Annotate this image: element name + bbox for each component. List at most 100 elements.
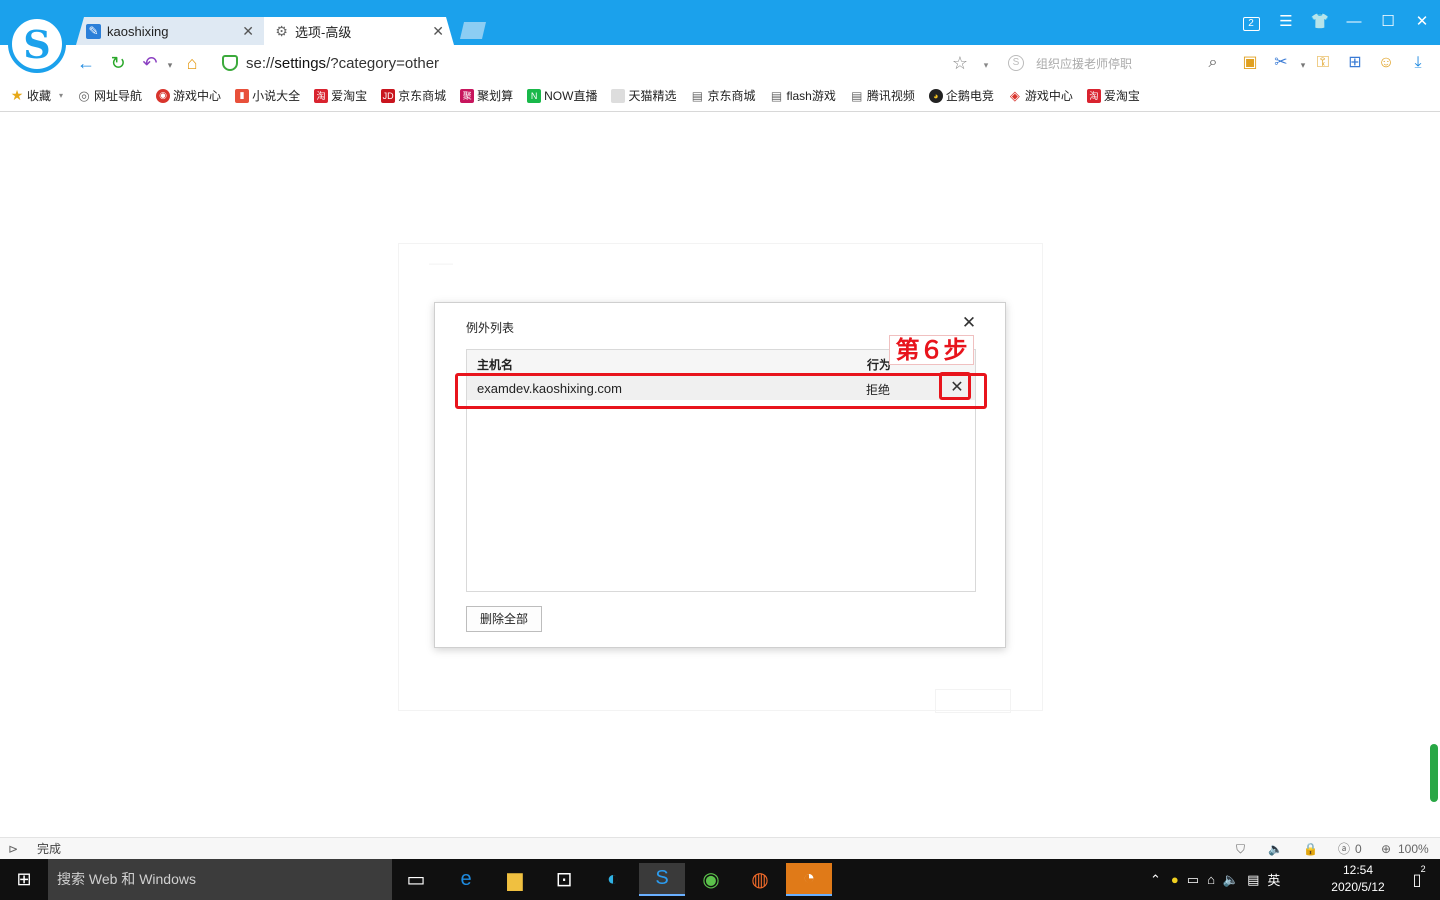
window-count-icon[interactable]: 2 — [1241, 12, 1261, 32]
download-icon[interactable]: ⤓ — [1408, 53, 1428, 73]
bookmark-item[interactable]: ◕ 企鹅电竞 — [928, 87, 994, 104]
security-shield-icon[interactable]: ⛉ — [1236, 841, 1245, 857]
url-host: settings — [274, 54, 327, 72]
bookmark-label: 网址导航 — [94, 89, 143, 103]
close-dialog-icon[interactable]: ✕ — [961, 314, 977, 331]
bookmark-label: 腾讯视频 — [866, 89, 915, 103]
qq-browser-icon[interactable]: ◔ — [786, 863, 832, 896]
new-tab-button[interactable] — [460, 22, 486, 39]
game-icon: ◉ — [156, 88, 171, 103]
taskbar-clock[interactable]: 12:54 2020/5/12 — [1322, 862, 1394, 896]
sidebar-toggle-icon[interactable]: ⊳ — [8, 841, 18, 857]
sogou-browser-logo[interactable]: S — [8, 15, 66, 73]
zoom-icon[interactable]: ⊕ — [1381, 841, 1391, 857]
background-panel-text: —— — [429, 256, 453, 270]
bookmark-label: 京东商城 — [707, 89, 756, 103]
tab-label: 选项-高级 — [295, 24, 352, 40]
chevron-down-icon[interactable]: ▾ — [160, 55, 180, 75]
battery-icon[interactable]: ▭ — [1187, 872, 1199, 888]
bookmark-item[interactable]: ◉ 游戏中心 — [156, 87, 221, 104]
lock-icon[interactable]: 🔒 — [1303, 841, 1318, 857]
tab-kaoshixing[interactable]: ✎ kaoshixing ✕ — [76, 17, 264, 45]
message-icon[interactable]: ▤ — [1247, 872, 1259, 888]
edge-chromium-icon[interactable]: ◐ — [590, 863, 636, 896]
tab-settings-advanced[interactable]: ⚙ 选项-高级 ✕ — [264, 17, 454, 45]
bookmark-item[interactable]: 天猫精选 — [611, 87, 676, 104]
scroll-indicator[interactable] — [1430, 744, 1438, 802]
network-icon[interactable]: ⌂ — [1207, 872, 1215, 887]
adblock-icon[interactable]: ⓐ — [1338, 841, 1350, 857]
file-explorer-icon[interactable]: ▆ — [492, 863, 538, 896]
bookmark-label: 聚划算 — [477, 89, 514, 103]
bookmark-item[interactable]: ▤ 京东商城 — [690, 87, 756, 104]
undo-close-icon[interactable]: ↶ — [140, 53, 160, 73]
edge-legacy-icon[interactable]: e — [443, 863, 489, 896]
search-placeholder: 组织应援老师停职 — [1036, 56, 1133, 71]
bookmark-favorites[interactable]: ★ 收藏 ▾ — [10, 87, 63, 104]
chevron-down-icon[interactable]: ▾ — [1293, 55, 1313, 75]
bookmark-item[interactable]: 聚聚划算 — [460, 87, 513, 104]
bookmark-item[interactable]: N NOW直播 — [527, 87, 597, 104]
app-tray-icon[interactable]: ● — [1171, 872, 1179, 887]
bookmark-label: 收藏 — [27, 89, 52, 103]
chevron-down-icon[interactable]: ▾ — [976, 55, 996, 75]
taskbar-search-box[interactable]: 搜索 Web 和 Windows — [48, 859, 392, 900]
juhuasuan-icon: 聚 — [460, 88, 475, 103]
back-arrow-icon[interactable]: ← — [76, 53, 96, 73]
penguin-icon: ◕ — [928, 88, 943, 103]
ime-indicator[interactable]: 英 — [1267, 870, 1280, 889]
scissors-icon[interactable]: ✂ — [1271, 53, 1291, 73]
gear-icon: ⚙ — [275, 22, 288, 39]
volume-icon[interactable]: 🔈 — [1223, 872, 1239, 888]
delete-all-button[interactable]: 删除全部 — [466, 606, 542, 632]
close-tab-icon[interactable]: ✕ — [242, 23, 254, 40]
bookmark-item[interactable]: ◈ 游戏中心 — [1008, 87, 1073, 104]
extension-icon[interactable]: ▣ — [1240, 53, 1260, 73]
bookmark-item[interactable]: JD 京东商城 — [381, 87, 446, 104]
adblock-count: 0 — [1355, 842, 1362, 856]
clock-date: 2020/5/12 — [1331, 880, 1385, 894]
bookmark-label: flash游戏 — [786, 89, 836, 103]
minimize-icon[interactable]: — — [1344, 12, 1364, 32]
sogou-browser-taskbar-icon[interactable]: S — [639, 863, 685, 896]
task-view-icon[interactable]: ▭ — [393, 863, 439, 896]
windows-start-icon[interactable]: ⊞ — [0, 859, 48, 900]
notification-center-icon[interactable]: ▯ 2 — [1402, 863, 1432, 896]
search-box[interactable]: S 组织应援老师停职 — [1008, 53, 1224, 73]
refresh-icon[interactable]: ↻ — [108, 53, 128, 73]
photos-app-icon[interactable]: ◍ — [737, 863, 783, 896]
speaker-icon[interactable]: 🔈 — [1268, 841, 1283, 857]
zoom-level[interactable]: 100% — [1398, 841, 1429, 857]
page-icon: ▤ — [770, 88, 783, 103]
dialog-title: 例外列表 — [466, 321, 515, 335]
bookmark-item[interactable]: 淘爱淘宝 — [314, 87, 367, 104]
menu-icon[interactable]: ☰ — [1276, 12, 1296, 32]
smiley-icon[interactable]: ☺ — [1376, 53, 1396, 73]
system-tray: ⌃ ● ▭ ⌂ 🔈 ▤ 英 — [1150, 859, 1280, 900]
window-count-badge: 2 — [1242, 17, 1260, 31]
address-bar[interactable]: se://settings/?category=other — [222, 53, 992, 73]
star-bookmark-icon[interactable]: ☆ — [950, 53, 970, 73]
chevron-down-icon: ▾ — [59, 91, 64, 100]
close-tab-icon[interactable]: ✕ — [432, 23, 444, 40]
bookmark-item[interactable]: ◎ 网址导航 — [77, 87, 142, 104]
maximize-icon[interactable]: ☐ — [1378, 12, 1398, 32]
key-icon[interactable]: ⚿ — [1313, 53, 1333, 73]
sogou-search-icon: S — [1008, 55, 1024, 71]
home-icon[interactable]: ⌂ — [182, 53, 202, 73]
bookmark-item[interactable]: ▤ 腾讯视频 — [850, 87, 915, 104]
column-header-action: 行为 — [867, 358, 892, 372]
star-icon: ★ — [10, 87, 24, 103]
green-browser-icon[interactable]: ◉ — [688, 863, 734, 896]
skin-icon[interactable]: 👕 — [1310, 12, 1330, 32]
chevron-up-icon[interactable]: ⌃ — [1150, 872, 1161, 888]
close-window-icon[interactable]: ✕ — [1412, 12, 1432, 32]
store-icon[interactable]: ⊡ — [541, 863, 587, 896]
bookmark-item[interactable]: ▮ 小说大全 — [235, 87, 300, 104]
clock-time: 12:54 — [1342, 863, 1374, 877]
bookmark-label: NOW直播 — [544, 89, 598, 103]
bookmark-item[interactable]: 淘爱淘宝 — [1086, 87, 1140, 104]
search-icon[interactable]: ⌕ — [1203, 53, 1223, 73]
translate-icon[interactable]: ⊞ — [1345, 53, 1365, 73]
bookmark-item[interactable]: ▤ flash游戏 — [769, 87, 836, 104]
